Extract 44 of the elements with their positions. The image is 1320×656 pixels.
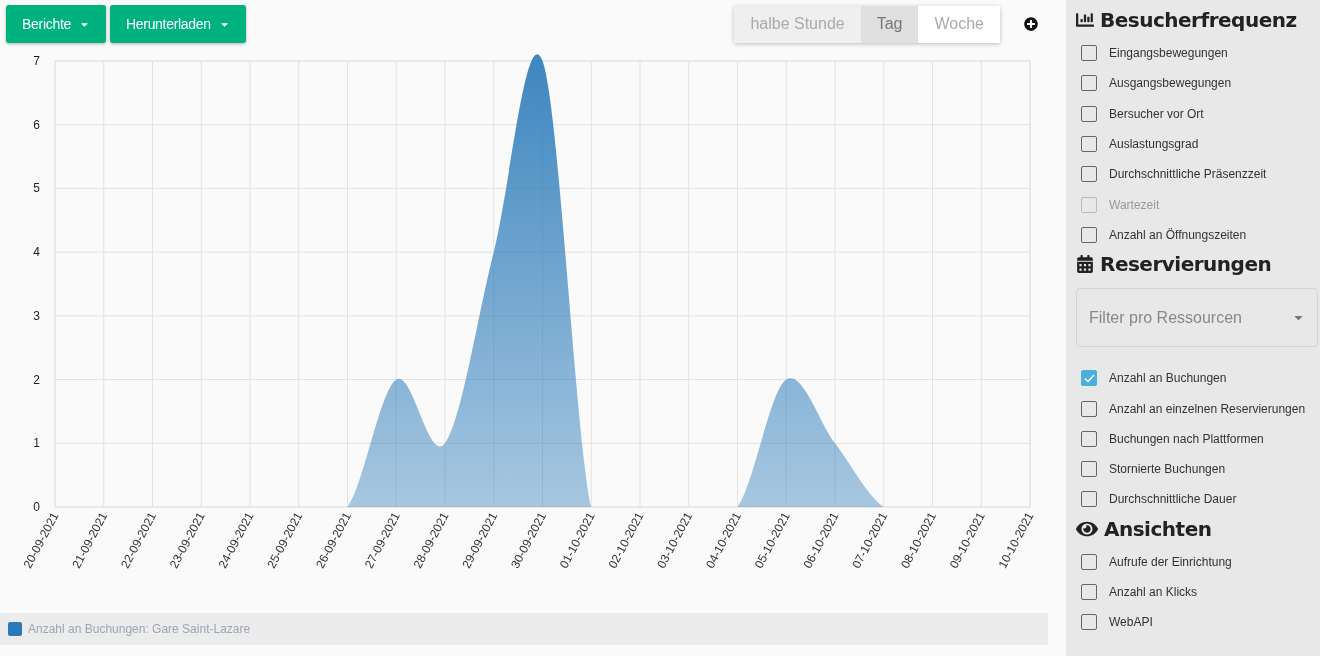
y-tick-label: 0 [33,500,40,514]
section-title: Besucherfrequenz [1100,8,1297,32]
checkbox-option[interactable]: Stornierte Buchungen [1076,453,1320,485]
checkbox[interactable] [1081,45,1097,62]
checkbox-option[interactable]: Durchschnittliche Dauer [1076,484,1320,515]
y-tick-label: 3 [33,308,40,323]
checkbox-option[interactable]: Buchungen nach Plattformen [1076,423,1320,454]
checkbox-option[interactable]: Durchschnittliche Präsenzzeit [1076,159,1320,190]
y-tick-label: 1 [33,436,40,451]
y-tick-label: 4 [33,245,40,260]
checkbox-option[interactable]: Bersucher vor Ort [1076,98,1320,129]
y-tick-label: 6 [33,117,40,132]
checkbox[interactable] [1081,553,1097,570]
checkbox[interactable] [1081,75,1097,92]
checkbox[interactable] [1081,136,1097,153]
y-tick-label: 5 [33,181,40,196]
add-icon[interactable] [1024,17,1038,31]
checkbox-option[interactable]: Aufrufe der Einrichtung [1076,546,1320,577]
y-tick-label: 2 [33,372,40,387]
check-icon [1083,373,1095,383]
section-title: Reservierungen [1100,252,1272,277]
checkbox[interactable] [1081,461,1097,478]
section-title: Ansichten [1104,516,1212,541]
checkbox-option[interactable]: Anzahl an Klicks [1076,576,1320,608]
checkbox-option[interactable]: Eingangsbewegungen [1076,38,1320,69]
checkbox[interactable] [1081,226,1097,243]
checkbox[interactable] [1081,166,1097,183]
bar-chart-icon [1076,11,1094,29]
checkbox-option[interactable]: Ausgangsbewegungen [1076,68,1320,99]
checkbox[interactable] [1081,614,1097,631]
checkbox[interactable] [1081,430,1097,447]
checkbox[interactable] [1081,584,1097,600]
y-tick-label: 7 [33,54,40,68]
checkbox[interactable] [1081,491,1097,508]
checkbox-option[interactable]: Anzahl an einzelnen Reservierungen [1076,393,1320,424]
legend-label: Anzahl an Buchungen: Gare Saint-Lazare [28,622,251,636]
checkbox[interactable] [1081,370,1097,387]
checkbox-option[interactable]: WebAPI [1076,607,1320,638]
checkbox-option[interactable]: Auslastungsgrad [1076,128,1320,160]
checkbox-option[interactable]: Anzahl an Buchungen [1076,363,1320,394]
checkbox[interactable] [1081,400,1097,417]
checkbox[interactable] [1081,105,1097,122]
checkbox-option[interactable]: Anzahl an Öffnungszeiten [1076,219,1320,251]
calendar-icon [1076,255,1094,274]
